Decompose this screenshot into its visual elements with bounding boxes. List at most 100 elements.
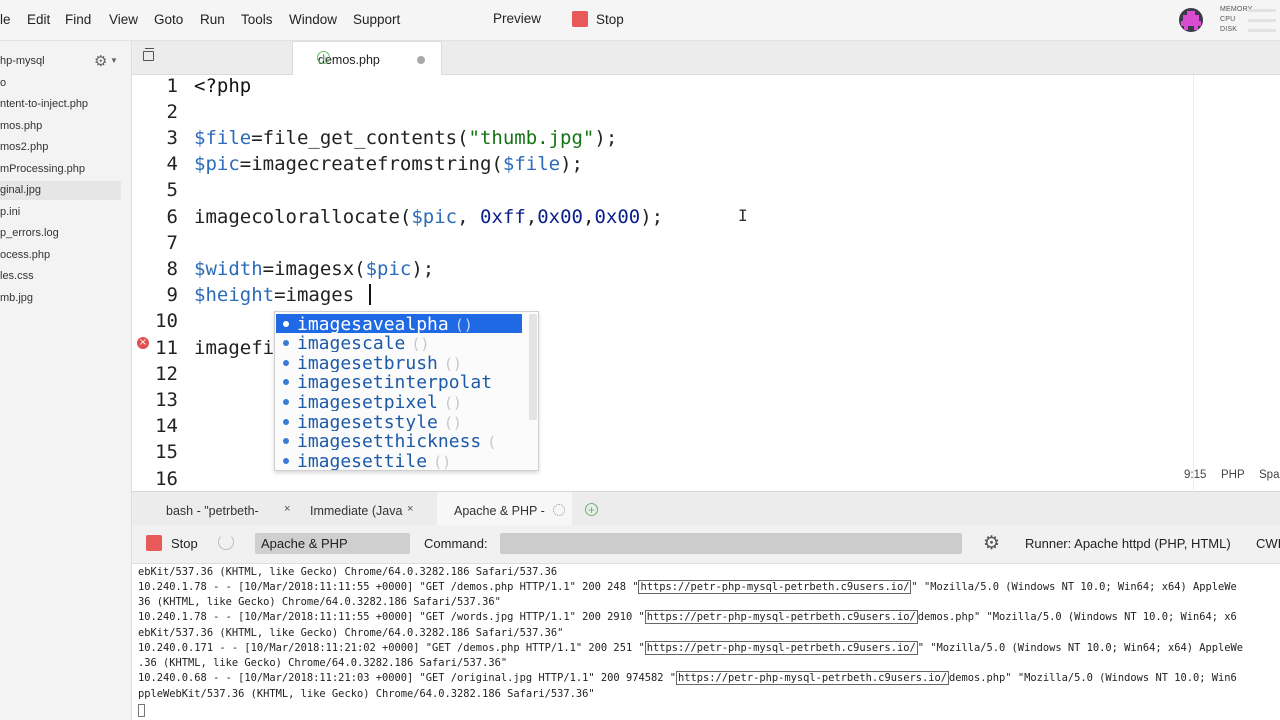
autocomplete-item[interactable]: imagescale ()	[276, 333, 522, 352]
gear-icon[interactable]: ⚙	[94, 52, 107, 70]
code-text: );	[594, 127, 618, 149]
menu-edit[interactable]: Edit	[27, 12, 50, 27]
close-icon[interactable]: ×	[407, 503, 413, 515]
tree-item[interactable]: p_errors.log	[0, 227, 59, 239]
method-icon	[283, 438, 289, 444]
stop-icon	[572, 11, 588, 27]
runner-selector[interactable]: Runner: Apache httpd (PHP, HTML)	[1025, 536, 1231, 551]
autocomplete-item[interactable]: imagesetstyle ()	[276, 412, 522, 431]
console-cursor	[138, 704, 145, 717]
plus-icon[interactable]: +	[585, 503, 598, 516]
log-link[interactable]: https://petr-php-mysql-petrbeth.c9users.…	[676, 671, 949, 685]
line-number: 13	[155, 389, 178, 411]
method-icon	[283, 379, 289, 385]
line-number: 5	[166, 179, 178, 201]
completion-parens: ()	[443, 394, 462, 411]
autocomplete-item[interactable]: imagesetinterpolat	[276, 372, 522, 391]
code-line-3: $file=file_get_contents("thumb.jpg");	[194, 127, 617, 149]
tree-item-project[interactable]: hp-mysql	[0, 55, 45, 67]
disk-meter	[1248, 29, 1276, 32]
code-text: =imagecreatefromstring(	[239, 153, 503, 175]
runner-stop-button[interactable]: Stop	[171, 536, 198, 551]
autocomplete-item[interactable]: imagesetbrush ()	[276, 353, 522, 372]
tab-bash[interactable]: bash - "petrbeth- ×	[154, 492, 294, 525]
log-link[interactable]: https://petr-php-mysql-petrbeth.c9users.…	[638, 580, 912, 594]
run-config-name-field[interactable]: Apache & PHP	[255, 533, 410, 554]
match-prefix: images	[297, 353, 363, 372]
log-line: 10.240.1.78 - - [10/Mar/2018:11:11:55 +0…	[138, 580, 1237, 594]
code-line-4: $pic=imagecreatefromstring($file);	[194, 153, 583, 175]
autocomplete-scrollbar[interactable]	[529, 314, 537, 420]
unsaved-dot-icon[interactable]	[417, 56, 425, 64]
indent-setting[interactable]: Spa	[1259, 469, 1279, 481]
string-literal: "thumb.jpg"	[468, 127, 595, 149]
runner-toolbar: Stop Apache & PHP Command: ⚙ Runner: Apa…	[132, 525, 1280, 564]
tree-item[interactable]: les.css	[0, 270, 34, 282]
menu-run[interactable]: Run	[200, 12, 225, 27]
console-output[interactable]: ebKit/537.36 (KHTML, like Gecko) Chrome/…	[132, 564, 1280, 720]
cwd-selector[interactable]: CWI	[1256, 536, 1280, 551]
autocomplete-item-selected[interactable]: imagesavealpha ()	[276, 314, 522, 333]
variable: $height	[194, 284, 275, 306]
tree-item[interactable]: mProcessing.php	[0, 163, 85, 175]
completion-parens: ()	[443, 414, 462, 431]
tree-item[interactable]: mos.php	[0, 120, 42, 132]
tree-item-selected[interactable]: ginal.jpg	[0, 184, 41, 196]
stop-button[interactable]: Stop	[572, 11, 624, 27]
tree-item[interactable]: ocess.php	[0, 249, 50, 261]
log-text: ebKit/537.36 (KHTML, like Gecko) Chrome/…	[138, 566, 558, 578]
loading-spinner-icon	[553, 504, 565, 516]
close-icon[interactable]: ×	[284, 503, 290, 515]
menu-find[interactable]: Find	[65, 12, 91, 27]
autocomplete-item[interactable]: imagesetthickness (	[276, 431, 522, 450]
command-input[interactable]	[500, 533, 962, 554]
tab-demos-php[interactable]: demos.php	[292, 41, 442, 75]
menu-tools[interactable]: Tools	[241, 12, 273, 27]
cpu-label: CPU	[1220, 16, 1236, 23]
code-line-6: imagecolorallocate($pic, 0xff,0x00,0x00)…	[194, 206, 664, 228]
completion-suffix: etbrush	[362, 353, 438, 372]
code-text: =file_get_contents(	[251, 127, 469, 149]
log-line: ebKit/537.36 (KHTML, like Gecko) Chrome/…	[138, 566, 557, 578]
log-text: 36 (KHTML, like Gecko) Chrome/64.0.3282.…	[138, 596, 501, 608]
line-number: 15	[155, 441, 178, 463]
chevron-down-icon[interactable]: ▼	[110, 56, 118, 65]
log-line: 10.240.0.171 - - [10/Mar/2018:11:21:02 +…	[138, 641, 1243, 655]
tab-immediate[interactable]: Immediate (Java ×	[297, 492, 427, 525]
menu-window[interactable]: Window	[289, 12, 337, 27]
cursor-position[interactable]: 9:15	[1184, 469, 1206, 481]
plus-icon[interactable]: +	[317, 51, 330, 64]
log-text: .36 (KHTML, like Gecko) Chrome/64.0.3282…	[138, 657, 508, 669]
log-link[interactable]: https://petr-php-mysql-petrbeth.c9users.…	[644, 641, 918, 655]
tab-apache-php[interactable]: Apache & PHP -	[437, 492, 572, 525]
autocomplete-item[interactable]: imagesettile ()	[276, 451, 522, 470]
tree-item[interactable]: mb.jpg	[0, 292, 33, 304]
variable: $pic	[365, 258, 412, 280]
log-link[interactable]: https://petr-php-mysql-petrbeth.c9users.…	[644, 610, 918, 624]
tab-list-icon[interactable]	[143, 48, 154, 61]
log-text: ppleWebKit/537.36 (KHTML, like Gecko) Ch…	[138, 688, 595, 700]
log-line: ppleWebKit/537.36 (KHTML, like Gecko) Ch…	[138, 688, 595, 700]
refresh-icon[interactable]	[218, 534, 234, 550]
stop-icon[interactable]	[146, 535, 162, 551]
menu-goto[interactable]: Goto	[154, 12, 183, 27]
avatar[interactable]	[1179, 8, 1203, 32]
menu-view[interactable]: View	[109, 12, 138, 27]
method-icon	[283, 419, 289, 425]
method-icon	[283, 458, 289, 464]
tree-item[interactable]: o	[0, 77, 6, 89]
variable: $pic	[194, 153, 240, 175]
code-text: );	[560, 153, 583, 175]
menu-file[interactable]: le	[0, 12, 11, 27]
language-mode[interactable]: PHP	[1221, 469, 1245, 481]
settings-icon[interactable]: ⚙	[983, 532, 1000, 555]
autocomplete-item[interactable]: imagesetpixel ()	[276, 392, 522, 411]
completion-parens: ()	[433, 453, 452, 470]
number-literal: 0x00	[594, 206, 641, 228]
tree-item[interactable]: mos2.php	[0, 141, 48, 153]
preview-button[interactable]: Preview	[493, 11, 541, 26]
menu-support[interactable]: Support	[353, 12, 400, 27]
tree-item[interactable]: p.ini	[0, 206, 20, 218]
number-literal: 0xff	[480, 206, 526, 228]
tree-item[interactable]: ntent-to-inject.php	[0, 98, 88, 110]
